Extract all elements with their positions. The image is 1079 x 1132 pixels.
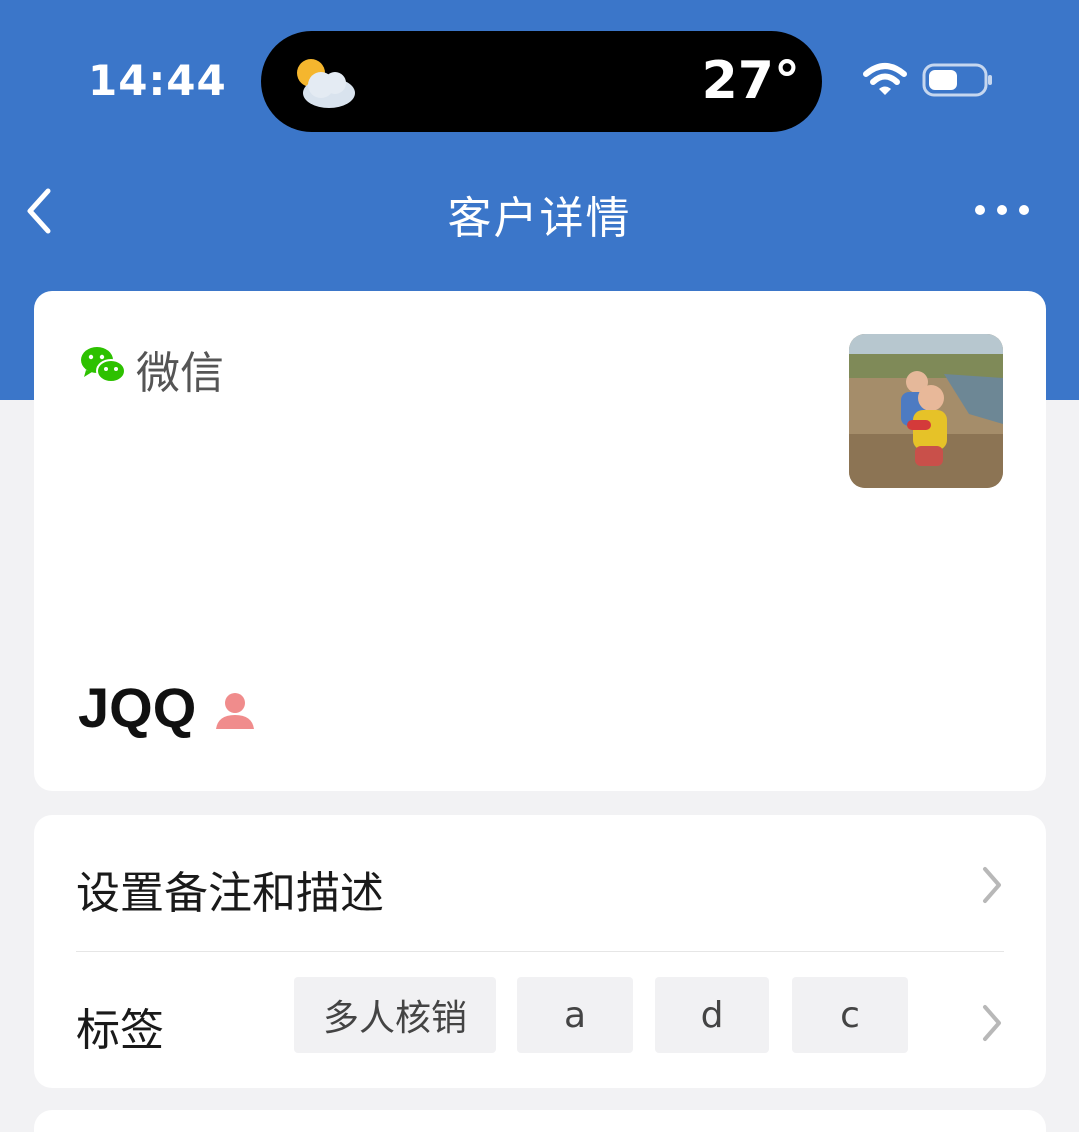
tag-chip: 多人核销 [294, 977, 496, 1053]
dynamic-island: 27° [261, 31, 822, 132]
page-title: 客户详情 [447, 193, 632, 244]
wechat-icon [81, 347, 126, 383]
wifi-icon [863, 63, 907, 95]
tag-chip: d [655, 977, 769, 1053]
remark-row[interactable]: 设置备注和描述 [34, 815, 1046, 951]
tag-chip: c [792, 977, 908, 1053]
customer-name: JQQ [78, 676, 197, 739]
person-icon [216, 693, 254, 729]
battery-icon [922, 63, 992, 97]
temperature-readout: 27° [701, 51, 800, 111]
avatar[interactable] [849, 334, 1003, 488]
settings-card: 设置备注和描述 标签 多人核销 a d c [34, 815, 1046, 1088]
source-label: 微信 [136, 348, 224, 399]
more-icon[interactable] [972, 196, 1032, 224]
next-card [34, 1110, 1046, 1132]
tags-label: 标签 [76, 1005, 164, 1056]
profile-card: 微信 JQQ [34, 291, 1046, 791]
chevron-right-icon [983, 867, 1001, 903]
partly-cloudy-icon [297, 59, 355, 108]
tags-row[interactable]: 标签 多人核销 a d c [34, 952, 1046, 1088]
tag-chip: a [517, 977, 633, 1053]
remark-label: 设置备注和描述 [76, 868, 384, 919]
chevron-right-icon [983, 1005, 1001, 1041]
status-time: 14:44 [88, 56, 227, 105]
